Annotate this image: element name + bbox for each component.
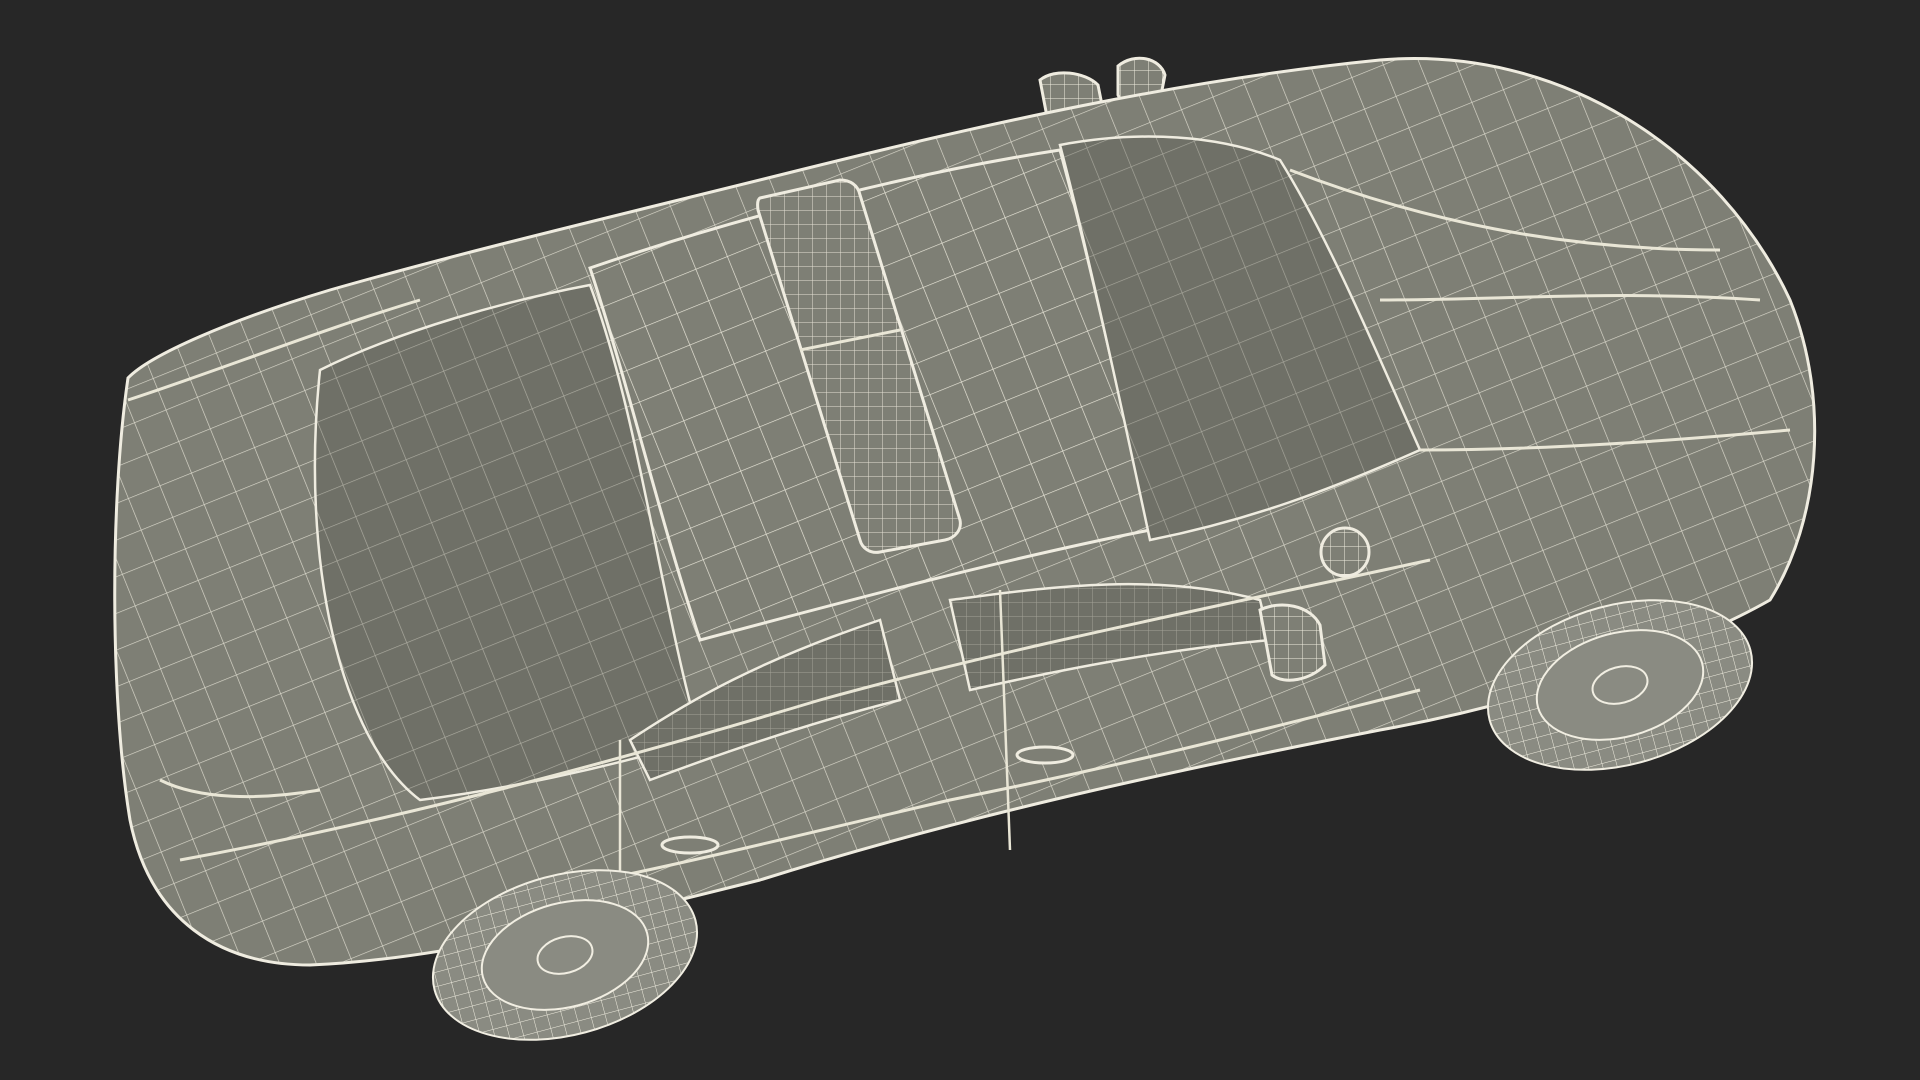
car-wireframe-render — [113, 56, 1817, 1041]
render-viewport — [0, 0, 1920, 1080]
